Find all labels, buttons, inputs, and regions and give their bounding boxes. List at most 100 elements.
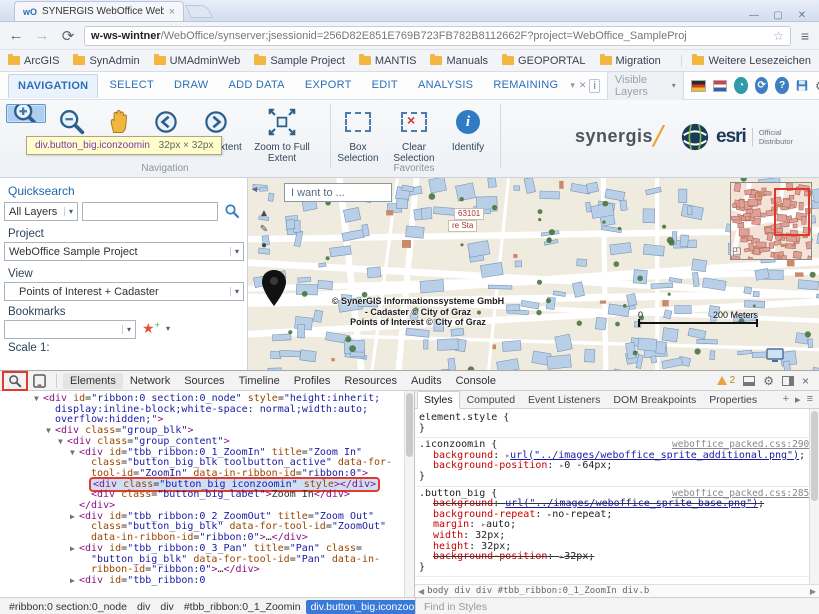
identify-button[interactable]: i (448, 104, 488, 140)
marker-dot-icon[interactable]: ● (256, 240, 272, 251)
previous-extent-button[interactable] (146, 104, 186, 140)
back-button[interactable]: ← (6, 27, 26, 44)
bookmarks-select[interactable]: ▾ (4, 320, 136, 339)
browser-menu-icon[interactable]: ≡ (797, 28, 813, 44)
css-value[interactable]: 32px (564, 551, 588, 562)
console-drawer-icon[interactable] (743, 376, 755, 386)
settings-menu[interactable]: ⚙▾ (815, 79, 819, 93)
zoom-full-extent-button[interactable] (262, 104, 302, 140)
device-mode-button[interactable] (28, 373, 50, 389)
bookmark-star-icon[interactable]: ☆ (773, 29, 784, 43)
breadcrumb-item[interactable]: #tbb_ribbon:0_1_Zoomin (179, 600, 306, 614)
scroll-left-icon[interactable]: ◀ (415, 587, 427, 596)
map-pin-icon[interactable] (262, 270, 286, 306)
reload-button[interactable]: ⟳ (58, 27, 78, 45)
devtools-tab-console[interactable]: Console (449, 373, 503, 389)
ribbon-tab-add-data[interactable]: ADD DATA (219, 74, 293, 98)
bookmark-item[interactable]: Migration (600, 55, 661, 67)
map-view[interactable]: ◄ I want to ... ▲ ✎ ● © SynerGIS Informa… (248, 178, 819, 370)
console-warnings-button[interactable]: 2 (717, 375, 736, 386)
minimize-button[interactable]: — (747, 10, 761, 21)
toggle-element-state-icon[interactable]: ▸ (795, 393, 801, 406)
i-want-to-combobox[interactable]: I want to ... (284, 183, 392, 202)
styles-tab-styles[interactable]: Styles (417, 391, 460, 409)
project-select[interactable]: WebOffice Sample Project ▾ (4, 242, 244, 261)
devtools-tab-elements[interactable]: Elements (63, 373, 123, 389)
language-dutch-icon[interactable] (713, 80, 728, 92)
address-bar[interactable]: w-ws-wintner /WebOffice/synserver;jsessi… (84, 26, 791, 46)
ribbon-tab-remaining[interactable]: REMAINING (484, 74, 567, 98)
styles-tab-computed[interactable]: Computed (461, 392, 521, 408)
ribbon-tab-navigation[interactable]: NAVIGATION (8, 74, 98, 98)
quicksearch-input[interactable] (82, 202, 218, 221)
css-selector[interactable]: .iconzoomin { (419, 440, 497, 450)
devtools-tab-audits[interactable]: Audits (404, 373, 449, 389)
styles-scrollbar[interactable] (809, 409, 819, 584)
devtools-tab-profiles[interactable]: Profiles (287, 373, 338, 389)
zoom-in-button[interactable] (6, 104, 46, 123)
other-bookmarks[interactable]: Weitere Lesezeichen (681, 55, 811, 67)
scrollbar-thumb[interactable] (811, 411, 818, 501)
edit-icon[interactable]: ✎ (256, 224, 272, 235)
css-rule[interactable]: element.style {} (415, 412, 819, 438)
view-select[interactable]: Points of Interest + Cadaster ▾ (4, 282, 244, 301)
pan-button[interactable] (98, 104, 138, 140)
tree-disclosure-icon[interactable]: ▼ (70, 448, 79, 459)
ribbon-tab-draw[interactable]: DRAW (165, 74, 217, 98)
bookmark-menu-chevron-icon[interactable]: ▾ (166, 324, 170, 333)
layers-select[interactable]: All Layers ▾ (4, 202, 78, 221)
styles-tab-event-listeners[interactable]: Event Listeners (522, 392, 606, 408)
next-extent-button[interactable] (196, 104, 236, 140)
bookmark-item[interactable]: UMAdminWeb (154, 55, 241, 67)
styles-rules[interactable]: element.style {}weboffice_packed.css:290… (415, 409, 819, 584)
find-in-styles[interactable]: Find in Styles (415, 598, 819, 614)
bookmark-item[interactable]: ArcGIS (8, 55, 59, 67)
tree-disclosure-icon[interactable]: ▼ (34, 394, 43, 405)
overview-corner-icon[interactable]: ◰ (732, 246, 741, 257)
tree-disclosure-icon[interactable]: ▶ (70, 576, 79, 587)
css-property[interactable]: background-position: ▸32px; (419, 552, 815, 563)
overview-map[interactable] (730, 182, 812, 260)
refresh-icon[interactable]: ⟳ (755, 77, 769, 94)
css-value[interactable]: 0 -64px (564, 460, 606, 471)
css-value[interactable]: auto (486, 519, 510, 530)
help-icon[interactable]: ? (775, 77, 789, 94)
clear-selection-button[interactable]: × (394, 104, 434, 140)
maximize-button[interactable]: ▢ (771, 10, 785, 21)
css-url-link[interactable]: url("../images/weboffice_sprite_addition… (510, 450, 799, 461)
forward-button[interactable]: → (32, 27, 52, 44)
bookmark-item[interactable]: GEOPORTAL (502, 55, 585, 67)
bookmark-item[interactable]: SynAdmin (73, 55, 139, 67)
styles-tab-properties[interactable]: Properties (703, 392, 763, 408)
breadcrumb-item-active[interactable]: div.button_big.iconzoomin (306, 600, 415, 614)
new-style-rule-icon[interactable]: + (783, 393, 789, 406)
css-property[interactable]: background-position: ▸0 -64px; (419, 461, 815, 472)
dom-tree-line[interactable]: ribbon-id="ribbon:0">…</div> (0, 565, 414, 576)
elements-tree[interactable]: ▼<div id="ribbon:0 section:0_node" style… (0, 391, 415, 597)
tree-disclosure-icon[interactable]: ▼ (46, 426, 55, 437)
ribbon-tab-export[interactable]: EXPORT (296, 74, 361, 98)
devtools-tab-sources[interactable]: Sources (177, 373, 231, 389)
devtools-settings-icon[interactable]: ⚙ (763, 374, 774, 388)
scrollbar-thumb[interactable] (406, 393, 413, 457)
tree-disclosure-icon[interactable]: ▶ (70, 512, 79, 523)
panel-collapse-icon[interactable]: ◄ (250, 184, 259, 194)
dom-tree-line[interactable]: <div class="button_big_label">Zoom In</d… (0, 490, 414, 501)
ribbon-tab-select[interactable]: SELECT (100, 74, 163, 98)
ribbon-more-icon[interactable]: ▾ (570, 80, 575, 91)
box-selection-button[interactable] (338, 104, 378, 140)
css-selector[interactable]: element.style { (419, 413, 509, 423)
language-german-icon[interactable] (691, 80, 706, 92)
devtools-tab-timeline[interactable]: Timeline (232, 373, 287, 389)
add-bookmark-star-icon[interactable]: ★+ (142, 320, 160, 337)
ribbon-tab-analysis[interactable]: ANALYSIS (409, 74, 482, 98)
quicksearch-heading[interactable]: Quicksearch (8, 184, 75, 198)
ribbon-tab-edit[interactable]: EDIT (363, 74, 407, 98)
css-rule[interactable]: weboffice_packed.css:2901.iconzoomin {ba… (415, 439, 819, 486)
info-icon[interactable]: i (589, 79, 599, 93)
styles-menu-icon[interactable]: ≡ (807, 393, 813, 406)
ribbon-collapse-icon[interactable]: ✕ (579, 80, 587, 91)
devtools-tab-network[interactable]: Network (123, 373, 177, 389)
bookmark-item[interactable]: Sample Project (254, 55, 345, 67)
tab-close-icon[interactable]: × (169, 6, 175, 18)
